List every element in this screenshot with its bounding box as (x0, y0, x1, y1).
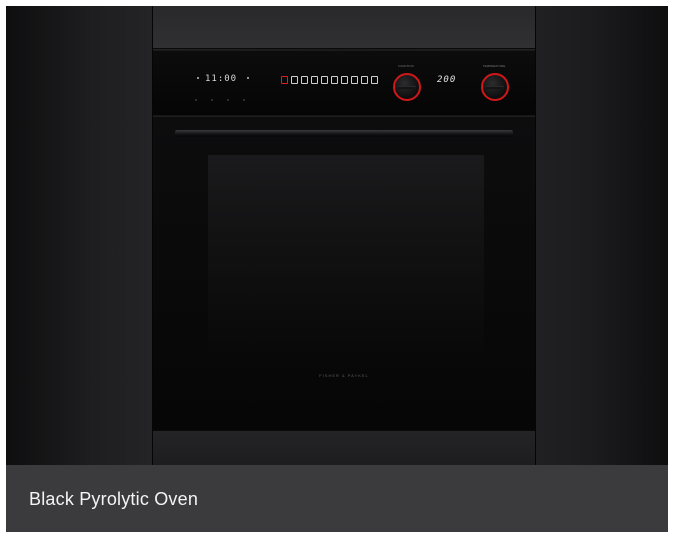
indicator-dot (197, 77, 199, 79)
touch-dot (227, 99, 229, 101)
cabinet-left (6, 6, 152, 465)
function-icon (331, 76, 338, 84)
function-icon (371, 76, 378, 84)
knob-label-temperature: TEMPERATURE (482, 64, 506, 68)
oven-control-panel: 11:00 FUNCTION 200 TEMPERATURE (153, 50, 535, 116)
product-card: 11:00 FUNCTION 200 TEMPERATURE FISHER & … (6, 6, 668, 532)
function-icon (291, 76, 298, 84)
clock-display: 11:00 (205, 74, 238, 84)
function-icon (301, 76, 308, 84)
function-icon (281, 76, 288, 84)
cabinet-right (536, 6, 668, 465)
product-title: Black Pyrolytic Oven (29, 489, 199, 509)
knob-label-function: FUNCTION (398, 64, 414, 68)
function-icon (351, 76, 358, 84)
caption-bar: Black Pyrolytic Oven (6, 465, 668, 532)
touch-dot (195, 99, 197, 101)
oven-window (208, 155, 484, 360)
function-icon (311, 76, 318, 84)
touch-dot (211, 99, 213, 101)
cabinet-top-panel (153, 6, 535, 49)
temperature-display: 200 (437, 75, 457, 85)
oven-door: FISHER & PAYKEL (153, 116, 535, 430)
function-icon (341, 76, 348, 84)
touch-dot (243, 99, 245, 101)
function-icon (321, 76, 328, 84)
cabinet-bottom-panel (153, 430, 535, 465)
indicator-dot (247, 77, 249, 79)
temperature-knob (481, 73, 509, 101)
cabinet-seam (535, 6, 536, 465)
function-knob (393, 73, 421, 101)
function-icons (281, 76, 378, 84)
product-image: 11:00 FUNCTION 200 TEMPERATURE FISHER & … (6, 6, 668, 465)
function-icon (361, 76, 368, 84)
brand-logo: FISHER & PAYKEL (319, 373, 369, 378)
door-handle (175, 130, 513, 137)
